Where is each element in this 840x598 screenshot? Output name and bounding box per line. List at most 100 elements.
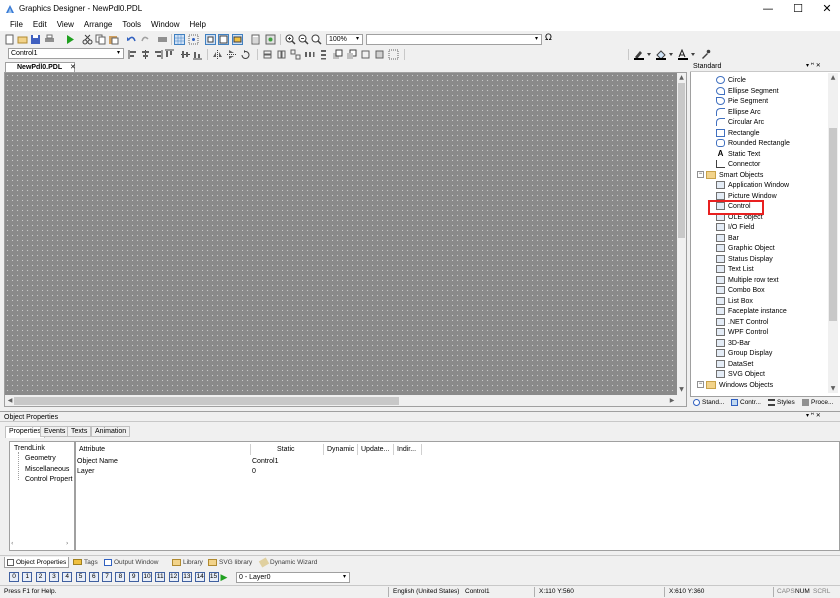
tree-item-wpf-control[interactable]: WPF Control — [716, 328, 768, 339]
table-row-attribute[interactable]: Layer — [77, 467, 95, 477]
fill-color-icon[interactable] — [655, 49, 675, 60]
tree-item-combo-box[interactable]: Combo Box — [716, 286, 765, 297]
tab-styles[interactable]: Styles — [768, 397, 795, 408]
table-row-static[interactable]: 0 — [252, 467, 256, 477]
maximize-button[interactable]: ☐ — [783, 0, 813, 18]
panel-controls[interactable]: ▾ ꟸ ✕ — [806, 411, 821, 422]
scroll-right-icon[interactable]: ▶ — [668, 397, 676, 404]
tree-item-3d-bar[interactable]: 3D-Bar — [716, 338, 750, 350]
send-to-back-icon[interactable] — [346, 49, 357, 60]
layer-button-3[interactable]: 3 — [48, 572, 59, 582]
grid-icon[interactable] — [174, 34, 185, 45]
align-bottom-icon[interactable] — [192, 49, 203, 60]
tree-item-svg-object[interactable]: SVG Object — [716, 370, 765, 381]
menu-edit[interactable]: Edit — [28, 18, 52, 31]
font-select[interactable]: ▾ — [366, 34, 542, 45]
layer-button-4[interactable]: 4 — [62, 572, 73, 582]
tab-events[interactable]: Events — [40, 426, 70, 437]
menu-arrange[interactable]: Arrange — [79, 18, 117, 31]
special-character-icon[interactable]: Ω — [545, 33, 552, 43]
zoom-select[interactable]: 100% ▾ — [326, 34, 363, 45]
tree-item-ellipse-segment[interactable]: Ellipse Segment — [716, 86, 779, 98]
display-icon[interactable] — [232, 34, 243, 45]
align-middle-icon[interactable] — [180, 49, 191, 60]
layer-button-9[interactable]: 9 — [128, 572, 139, 582]
space-vertical-icon[interactable] — [318, 49, 329, 60]
layer-button-6[interactable]: 6 — [88, 572, 99, 582]
tree-item-i-o-field[interactable]: I/O Field — [716, 223, 754, 234]
align-right-icon[interactable] — [152, 49, 163, 60]
minimize-button[interactable]: — — [753, 0, 783, 18]
undo-icon[interactable] — [126, 34, 137, 45]
menu-file[interactable]: File — [0, 18, 28, 31]
same-size-icon[interactable] — [290, 49, 301, 60]
flip-vertical-icon[interactable] — [226, 49, 237, 60]
align-center-icon[interactable] — [140, 49, 151, 60]
table-row-attribute[interactable]: Object Name — [77, 457, 118, 467]
properties-icon[interactable] — [250, 34, 261, 45]
layer-button-12[interactable]: 12 — [168, 572, 179, 582]
layer-button-10[interactable]: 10 — [142, 572, 152, 582]
layer-button-8[interactable]: 8 — [115, 572, 126, 582]
object-palette-scroll-thumb[interactable] — [829, 128, 837, 321]
flip-horizontal-icon[interactable] — [212, 49, 223, 60]
tree-item-ellipse-arc[interactable]: Ellipse Arc — [716, 107, 761, 119]
object-select[interactable]: Control1 ▾ — [8, 48, 124, 59]
paste-icon[interactable] — [108, 34, 119, 45]
tree-item-rounded-rectangle[interactable]: Rounded Rectangle — [716, 139, 790, 150]
space-horizontal-icon[interactable] — [304, 49, 315, 60]
menu-tools[interactable]: Tools — [117, 18, 146, 31]
bring-to-front-icon[interactable] — [332, 49, 343, 60]
layer-button-1[interactable]: 1 — [22, 572, 33, 582]
layer-play-icon[interactable]: ▶ — [219, 572, 229, 582]
close-button[interactable]: ✕ — [812, 0, 840, 18]
scroll-right-icon[interactable]: › — [66, 540, 68, 547]
tree-item-dataset[interactable]: DataSet — [716, 359, 753, 371]
tree-item-graphic-object[interactable]: Graphic Object — [716, 244, 775, 255]
layer-button-15[interactable]: 15 — [208, 572, 219, 582]
tree-item-pie-segment[interactable]: Pie Segment — [716, 97, 768, 108]
column-attribute[interactable]: Attribute — [76, 444, 251, 455]
tree-item-bar[interactable]: Bar — [716, 233, 739, 245]
run-icon[interactable] — [65, 34, 76, 45]
scroll-down-icon[interactable]: ▼ — [828, 385, 838, 392]
zoom-in-icon[interactable] — [285, 34, 296, 45]
tab-tags[interactable]: Tags — [73, 557, 98, 568]
tab-dynamic-wizard[interactable]: Dynamic Wizard — [258, 557, 317, 568]
group-icon[interactable] — [388, 49, 399, 60]
menu-view[interactable]: View — [52, 18, 79, 31]
tab-standard[interactable]: Stand... — [693, 397, 724, 408]
column-static[interactable]: Static — [251, 444, 324, 455]
tab-properties[interactable]: Properties — [5, 426, 45, 438]
tree-item-text-list[interactable]: Text List — [716, 265, 754, 276]
tab-svg-library[interactable]: SVG library — [208, 557, 252, 568]
column-update[interactable]: Update... — [358, 444, 394, 455]
tree-item-control-properties[interactable]: Control Propert — [25, 475, 72, 485]
cut-icon[interactable] — [82, 34, 93, 45]
scroll-up-icon[interactable]: ▲ — [828, 74, 838, 81]
tree-item-static-text[interactable]: A Static Text — [716, 149, 761, 161]
table-row-static[interactable]: Control1 — [252, 457, 278, 467]
tree-item-list-box[interactable]: List Box — [716, 296, 753, 308]
copy-icon[interactable] — [95, 34, 106, 45]
panel-controls[interactable]: ▾ ꟸ ✕ — [806, 61, 821, 72]
layer-button-13[interactable]: 13 — [181, 572, 192, 582]
layer-button-7[interactable]: 7 — [102, 572, 113, 582]
rotate-icon[interactable] — [240, 49, 251, 60]
collapse-icon[interactable]: − — [697, 171, 704, 179]
tree-item-net-control[interactable]: .NET Control — [716, 317, 768, 329]
tree-item-multiple-row-text[interactable]: Multiple row text — [716, 275, 779, 287]
tree-item-rectangle[interactable]: Rectangle — [716, 128, 760, 140]
tab-library[interactable]: Library — [172, 557, 203, 568]
tab-controls[interactable]: Contr... — [731, 397, 761, 408]
scroll-left-icon[interactable]: ‹ — [11, 540, 13, 547]
layer-button-5[interactable]: 5 — [75, 572, 86, 582]
select-tool-icon[interactable] — [205, 34, 216, 45]
layer-button-2[interactable]: 2 — [35, 572, 46, 582]
layer-button-0[interactable]: 0 — [9, 572, 19, 582]
tree-item-application-window[interactable]: Application Window — [716, 181, 789, 192]
print-preview-icon[interactable] — [157, 34, 168, 45]
menu-window[interactable]: Window — [146, 18, 184, 31]
save-icon[interactable] — [30, 34, 41, 45]
scroll-left-icon[interactable]: ◀ — [6, 397, 14, 404]
